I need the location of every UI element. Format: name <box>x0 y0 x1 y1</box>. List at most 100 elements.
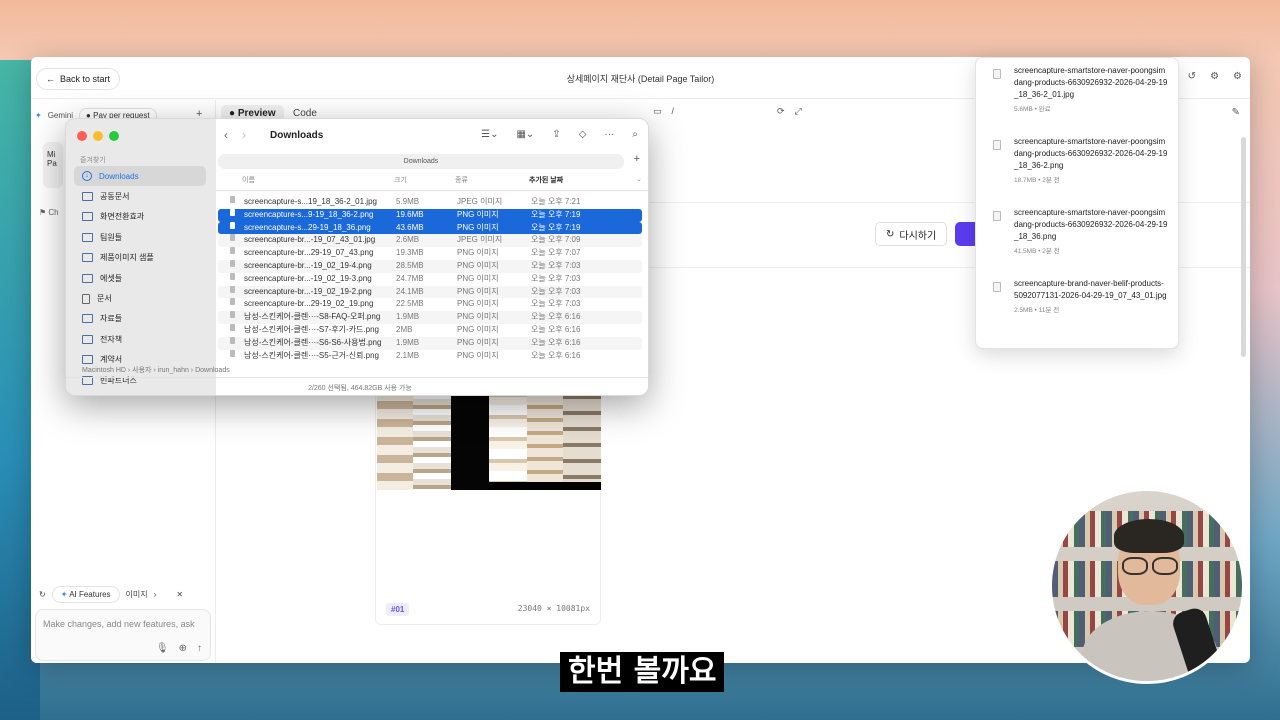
settings-icon[interactable]: ⚙ <box>1210 71 1219 82</box>
file-size: 24.1MB <box>396 286 424 296</box>
file-row[interactable]: 남성-스킨케어-클렌···-S7-후기-카드.png 2MB PNG 이미지 오늘 오… <box>218 323 642 337</box>
column-date[interactable]: 추가된 날짜 <box>529 175 563 185</box>
download-name: screencapture-smartstore-naver-poongsimd… <box>1014 66 1168 99</box>
refresh-icon[interactable]: ↻ <box>39 590 46 599</box>
download-name: screencapture-smartstore-naver-poongsimd… <box>1014 137 1168 170</box>
forward-icon[interactable]: › <box>242 128 246 142</box>
chat-card-line: Mi <box>47 150 56 159</box>
file-name: screencapture-br...-19_07_43_01.jpg <box>244 235 376 245</box>
file-row[interactable]: screencapture-br...-19_07_43_01.jpg 2.6MB… <box>218 234 642 248</box>
back-icon[interactable]: ‹ <box>224 128 228 142</box>
download-icon: ↓ <box>82 171 92 182</box>
share-icon[interactable]: ⇪ <box>552 129 560 140</box>
file-icon <box>230 221 235 229</box>
sidebar-item[interactable]: 공동문서 <box>74 186 206 206</box>
edit-icon[interactable]: ✎ <box>1232 107 1240 118</box>
retry-button[interactable]: ↻ 다시하기 <box>875 222 948 246</box>
minimize-window-button[interactable] <box>93 131 103 141</box>
file-row[interactable]: screencapture-s...19_18_36-2_01.jpg 5.9MB… <box>218 196 642 209</box>
more-icon[interactable]: ··· <box>604 129 614 140</box>
fullscreen-icon[interactable]: ⤢ <box>795 106 802 117</box>
chevron-down-icon[interactable]: ⌄ <box>636 175 642 183</box>
column-kind[interactable]: 종류 <box>455 175 468 185</box>
path-tab[interactable]: Downloads <box>218 154 624 169</box>
file-row[interactable]: screencapture-br...-19_02_19-3.png 24.7MB… <box>218 272 642 286</box>
folder-icon <box>82 253 93 263</box>
file-date: 오늘 오후 6:16 <box>531 350 581 360</box>
sidebar-item[interactable]: ↓ Downloads <box>74 166 206 187</box>
file-row[interactable]: 남성-스킨케어-클렌···-S8-FAQ-오퍼.png 1.9MB PNG 이미지 오… <box>218 311 642 324</box>
url-bar[interactable]: ▭ / <box>653 106 674 117</box>
scrollbar[interactable] <box>1241 137 1246 357</box>
prompt-input[interactable]: Make changes, add new features, ask 🎙 ⊕ … <box>35 609 211 661</box>
file-date: 오늘 오후 7:07 <box>531 248 581 258</box>
file-row[interactable]: screencapture-s...29-19_18_36.png 43.6MB P… <box>218 221 642 235</box>
new-tab-icon[interactable]: + <box>634 153 640 165</box>
file-name: screencapture-s...29-19_18_36.png <box>244 222 371 232</box>
file-size: 43.6MB <box>396 222 424 232</box>
sidebar-item[interactable]: 전자책 <box>74 329 206 349</box>
card-dimensions: 23040 × 10081px <box>517 604 590 613</box>
download-item[interactable]: screencapture-brand-naver-belif- <box>976 342 1178 348</box>
file-icon <box>230 311 235 319</box>
sidebar-item[interactable]: 문서 <box>74 288 206 308</box>
file-date: 오늘 오후 7:03 <box>531 260 581 270</box>
file-name: 남성-스킨케어-클렌···-S7-후기-카드.png <box>244 324 379 334</box>
list-view-icon[interactable]: ☰⌄ <box>481 129 498 140</box>
document-icon <box>82 293 90 304</box>
reload-icon[interactable]: ⟳ <box>777 106 785 117</box>
sidebar-item-label: 문서 <box>97 294 112 304</box>
column-header: 이름 크기 종류 추가된 날짜 ⌄ <box>216 175 648 191</box>
ai-features-button[interactable]: ✦ AI Features <box>51 586 120 603</box>
file-icon <box>993 282 1001 292</box>
sidebar-item[interactable]: 에셋들 <box>74 268 206 288</box>
divider <box>66 377 648 378</box>
close-window-button[interactable] <box>77 131 87 141</box>
column-size[interactable]: 크기 <box>394 175 407 185</box>
chat-hint-label: Ch <box>48 208 59 217</box>
file-kind: PNG 이미지 <box>457 260 499 270</box>
device-icon[interactable]: ▭ <box>653 106 662 117</box>
file-row[interactable]: screencapture-br...-19_02_19-2.png 24.1MB… <box>218 285 642 299</box>
tag-icon[interactable]: ◇ <box>579 129 587 140</box>
path-breadcrumb[interactable]: Macintosh HD › 사용자 › irun_hahn › Downloa… <box>68 365 648 375</box>
search-icon[interactable]: ⌕ <box>632 129 638 140</box>
sidebar-item-label: 팀원들 <box>100 232 123 242</box>
close-icon[interactable]: ✕ <box>176 590 183 599</box>
send-icon[interactable]: ↑ <box>197 643 202 654</box>
sidebar-item[interactable]: 제품이미지 샘플 <box>74 248 206 268</box>
chevron-right-icon[interactable]: › <box>154 590 157 599</box>
file-kind: PNG 이미지 <box>457 337 499 347</box>
file-size: 24.7MB <box>396 273 424 283</box>
file-row[interactable]: screencapture-br...29-19_02_19.png 22.5MB… <box>218 298 642 311</box>
file-row[interactable]: 남성-스킨케어-클렌···-S6-S6-사용법.png 1.9MB PNG 이미지 오… <box>218 336 642 350</box>
gear-icon[interactable]: ⚙ <box>1233 71 1242 82</box>
file-kind: PNG 이미지 <box>457 273 499 283</box>
file-kind: PNG 이미지 <box>457 209 499 219</box>
download-item[interactable]: screencapture-smartstore-naver-poongsimd… <box>976 129 1178 200</box>
add-attachment-icon[interactable]: ⊕ <box>179 643 187 654</box>
sidebar-item[interactable]: 팀원들 <box>74 227 206 247</box>
file-date: 오늘 오후 6:16 <box>531 337 581 347</box>
history-icon[interactable]: ↺ <box>1188 71 1196 82</box>
image-chip[interactable]: 이미지 <box>126 589 148 600</box>
result-card[interactable]: #01 23040 × 10081px <box>375 382 601 625</box>
sidebar-item-label: 에셋들 <box>100 273 123 283</box>
sidebar-item[interactable]: 화면전환효과 <box>74 207 206 227</box>
file-row[interactable]: screencapture-br...-19_02_19-4.png 28.5MB… <box>218 259 642 273</box>
file-list: screencapture-s...19_18_36-2_01.jpg 5.9MB… <box>218 196 642 362</box>
microphone-icon[interactable]: 🎙 <box>156 643 169 654</box>
download-item[interactable]: screencapture-smartstore-naver-poongsimd… <box>976 58 1178 129</box>
file-icon <box>230 196 235 203</box>
grid-view-icon[interactable]: ▦⌄ <box>516 129 534 140</box>
column-name[interactable]: 이름 <box>242 175 255 185</box>
file-row[interactable]: screencapture-s...9-19_18_36-2.png 19.6MB… <box>218 208 642 222</box>
primary-action-button[interactable] <box>955 222 977 246</box>
zoom-window-button[interactable] <box>109 131 119 141</box>
download-item[interactable]: screencapture-smartstore-naver-poongsimd… <box>976 200 1178 271</box>
sidebar-item[interactable]: 자료들 <box>74 309 206 329</box>
download-item[interactable]: screencapture-brand-naver-belif-products… <box>976 271 1178 342</box>
file-row[interactable]: 남성-스킨케어-클렌···-S5-근거-신뢰.png 2.1MB PNG 이미지 오늘… <box>218 349 642 363</box>
file-row[interactable]: screencapture-br...29-19_07_43.png 19.3MB… <box>218 247 642 260</box>
file-size: 1.9MB <box>396 337 420 347</box>
